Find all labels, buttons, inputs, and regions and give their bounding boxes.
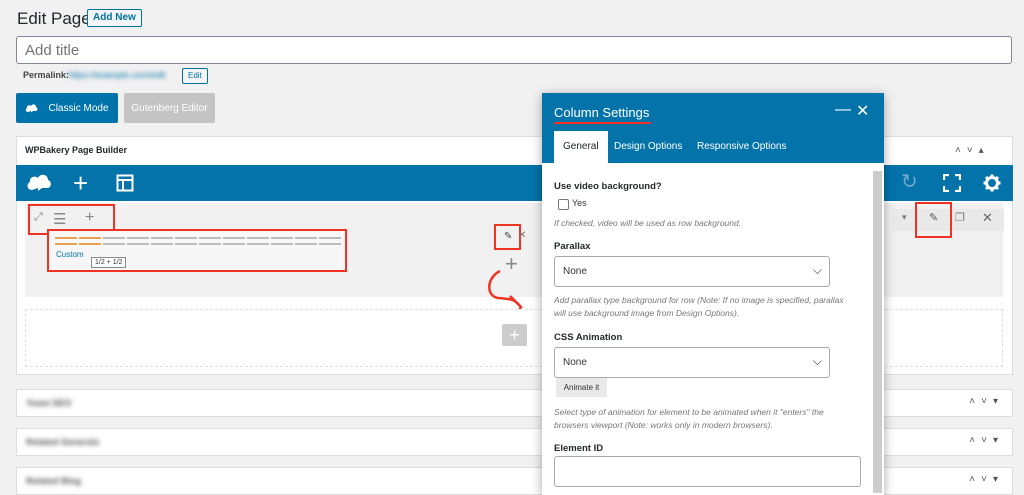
close-icon[interactable]: ✕ <box>518 230 526 241</box>
layout-option[interactable] <box>103 237 125 245</box>
meta-box-controls[interactable]: ˄˅▾ <box>969 396 1004 407</box>
modal-title: Column Settings <box>554 105 650 120</box>
logo-icon[interactable] <box>26 171 52 193</box>
add-element-icon[interactable]: + <box>73 170 88 196</box>
layout-option[interactable] <box>151 237 173 245</box>
tab-general[interactable]: General <box>554 131 608 163</box>
css-animation-hint: Select type of animation for element to … <box>554 407 824 430</box>
add-row-button[interactable]: + <box>502 324 527 346</box>
classic-mode-label: Classic Mode <box>48 102 109 114</box>
caret-down-icon[interactable]: ▾ <box>902 212 907 223</box>
title-input[interactable] <box>16 36 1012 64</box>
add-column-icon[interactable]: + <box>85 209 94 227</box>
add-new-button[interactable]: Add New <box>87 9 142 27</box>
column-settings-modal: Column Settings — ✕ General Design Optio… <box>542 93 884 495</box>
video-bg-checkbox[interactable] <box>558 199 569 210</box>
parallax-hint: Add parallax type background for row (No… <box>554 295 844 318</box>
wpbakery-title: WPBakery Page Builder <box>25 145 128 155</box>
css-animation-value: None <box>563 357 587 368</box>
layout-option[interactable] <box>223 237 245 245</box>
video-bg-yes-label[interactable]: Yes <box>572 198 587 208</box>
permalink-label: Permalink: <box>23 70 70 80</box>
layout-option[interactable] <box>127 237 149 245</box>
close-icon[interactable]: ✕ <box>856 101 869 121</box>
meta-box-controls[interactable]: ˄˅▾ <box>969 435 1004 446</box>
video-bg-label: Use video background? <box>554 181 662 192</box>
layout-option[interactable] <box>247 237 269 245</box>
meta-box-title: Related Blog <box>26 476 82 486</box>
layout-icon[interactable] <box>116 174 134 192</box>
highlight-pencil-box <box>915 202 952 238</box>
chevron-down-icon: ⌵ <box>812 354 822 368</box>
permalink-url[interactable]: https://example.com/edit <box>68 70 166 80</box>
page-title: Edit Page <box>17 9 91 28</box>
layout-tooltip: 1/2 + 1/2 <box>91 257 127 268</box>
layout-option[interactable] <box>175 237 197 245</box>
redo-icon[interactable]: ↻ <box>901 172 918 192</box>
layout-option[interactable] <box>79 237 101 245</box>
fullscreen-icon[interactable] <box>943 174 961 192</box>
tab-responsive-options[interactable]: Responsive Options <box>688 131 796 163</box>
column-layout-icon[interactable]: ☰ <box>53 210 66 228</box>
layout-option[interactable] <box>295 237 317 245</box>
tab-design-options[interactable]: Design Options <box>605 131 691 163</box>
layout-option[interactable] <box>199 237 221 245</box>
meta-box-controls[interactable]: ˄˅▾ <box>969 474 1004 485</box>
clone-icon[interactable]: ❐ <box>955 211 965 224</box>
parallax-value: None <box>563 266 587 277</box>
title-underline-annotation <box>554 122 651 124</box>
modal-scrollbar[interactable] <box>873 171 882 493</box>
close-icon[interactable]: ✕ <box>982 210 993 226</box>
permalink-edit-button[interactable]: Edit <box>182 68 208 84</box>
layout-option[interactable] <box>55 237 77 245</box>
gear-icon[interactable] <box>983 174 1001 192</box>
pencil-icon[interactable]: ✎ <box>504 231 512 242</box>
modal-header: Column Settings — ✕ General Design Optio… <box>542 93 884 163</box>
column-edit-highlight: ✎ ✕ <box>494 224 526 250</box>
video-bg-hint: If checked, video will be used as row ba… <box>554 218 742 228</box>
layout-option[interactable] <box>319 237 341 245</box>
move-icon[interactable]: ⤢ <box>34 211 43 224</box>
cloud-icon <box>26 104 38 113</box>
css-animation-label: CSS Animation <box>554 332 623 343</box>
css-animation-select[interactable]: None ⌵ <box>554 347 830 378</box>
gutenberg-editor-button[interactable]: Gutenberg Editor <box>124 93 215 123</box>
meta-box-title: Related Generals <box>26 437 100 447</box>
classic-mode-button[interactable]: Classic Mode <box>16 93 118 123</box>
element-id-label: Element ID <box>554 443 604 454</box>
animate-it-button[interactable]: Animate it <box>556 378 607 397</box>
parallax-label: Parallax <box>554 241 591 252</box>
meta-box-title: Yoast SEO <box>26 398 72 408</box>
custom-layout-link[interactable]: Custom <box>56 250 84 259</box>
minimize-icon[interactable]: — <box>835 101 851 119</box>
layout-option[interactable] <box>271 237 293 245</box>
element-id-input[interactable] <box>554 456 861 487</box>
parallax-select[interactable]: None ⌵ <box>554 256 830 287</box>
panel-controls[interactable]: ˄˅▴ <box>955 145 990 156</box>
chevron-down-icon: ⌵ <box>812 263 822 277</box>
